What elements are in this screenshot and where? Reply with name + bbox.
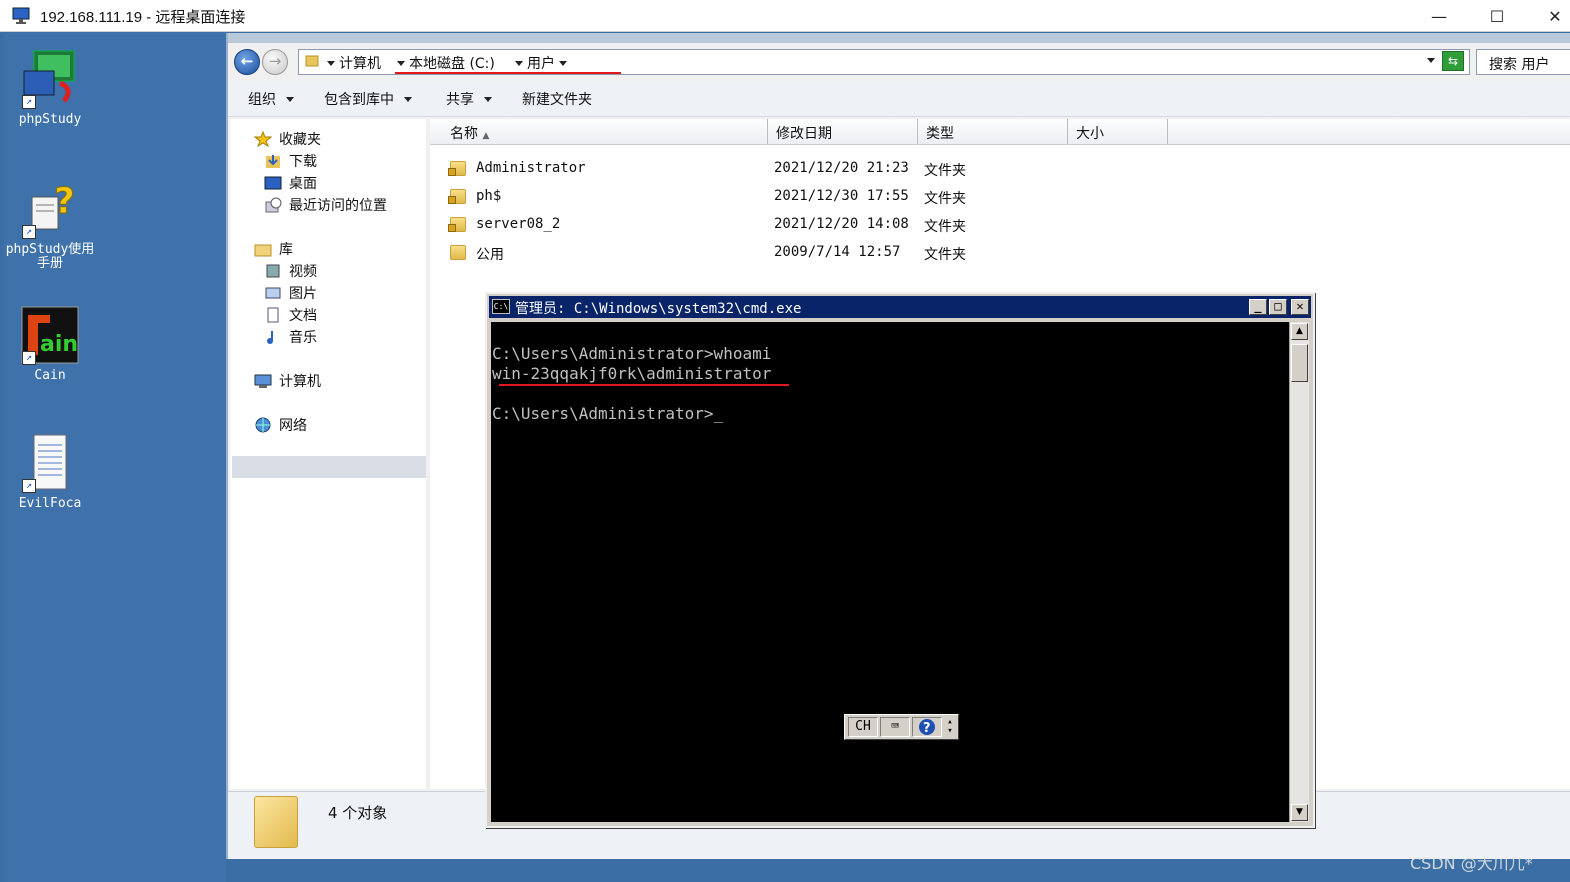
table-row[interactable]: 公用 2009/7/14 12:57 文件夹 (430, 239, 1330, 267)
ime-options-icon[interactable]: ▴ ▾ (945, 718, 955, 736)
nav-pictures[interactable]: 图片 (264, 283, 317, 303)
console-line: C:\Users\Administrator>whoami (492, 344, 772, 363)
annotation-underline (395, 72, 621, 74)
include-in-library-button[interactable]: 包含到库中 (324, 89, 416, 109)
annotation-underline (499, 384, 789, 386)
watermark: CSDN @大川儿* (1410, 854, 1533, 873)
console-line: C:\Users\Administrator>_ (492, 404, 724, 423)
computer-icon (254, 373, 272, 389)
svg-text:ain: ain (40, 332, 78, 357)
cmd-minimize-button[interactable]: _ (1249, 299, 1267, 315)
cain-icon: ain ↗ (20, 305, 80, 365)
nav-downloads[interactable]: 下载 (264, 151, 317, 171)
folder-icon (305, 53, 319, 71)
column-header-type[interactable]: 类型 (918, 119, 1068, 145)
address-dropdown-icon[interactable] (1423, 53, 1439, 69)
table-row[interactable]: server08_2 2021/12/20 14:08 文件夹 (430, 211, 1330, 239)
column-header-size[interactable]: 大小 (1068, 119, 1168, 145)
search-input[interactable]: 搜索 用户 (1476, 49, 1570, 75)
console-output[interactable]: C:\Users\Administrator>whoami win-23qqakj… (491, 322, 1289, 822)
nav-computer[interactable]: 计算机 (254, 371, 321, 391)
column-header-empty (1168, 119, 1570, 145)
help-document-icon: ? ↗ (20, 179, 80, 239)
address-bar[interactable]: 计算机 本地磁盘 (C:) 用户 (298, 49, 1470, 75)
navigation-pane: 收藏夹 下载 桌面 最近访问的位置 库 视频 图片 文档 音乐 计算机 网络 (230, 119, 426, 789)
console-line: win-23qqakjf0rk\administrator (492, 364, 772, 383)
svg-text:?: ? (54, 181, 75, 222)
address-row: ← → 计算机 本地磁盘 (C:) 用户 ⇆ 搜索 用户 (228, 43, 1570, 79)
nav-desktop[interactable]: 桌面 (264, 173, 317, 193)
network-icon (254, 417, 272, 433)
scroll-down-icon[interactable]: ▼ (1291, 804, 1308, 821)
explorer-title-strip (228, 33, 1570, 43)
new-folder-button[interactable]: 新建文件夹 (522, 89, 592, 109)
item-count: 4 个对象 (328, 804, 388, 822)
cmd-close-button[interactable]: ✕ (1291, 299, 1309, 315)
desktop-icon (264, 175, 282, 191)
minimize-button[interactable]: — (1410, 0, 1468, 32)
desktop-icon-phpstudy[interactable]: ↗ phpStudy (4, 49, 96, 127)
keyboard-icon[interactable]: ⌨ (880, 717, 910, 737)
lock-icon (448, 224, 456, 232)
lock-icon (448, 168, 456, 176)
picture-icon (264, 285, 282, 301)
remote-desktop-title-bar: 192.168.111.19 - 远程桌面连接 — ☐ ✕ (0, 0, 1570, 32)
documents-icon (264, 307, 282, 323)
maximize-button[interactable]: ☐ (1468, 0, 1526, 32)
scroll-thumb[interactable] (1291, 344, 1308, 382)
column-header-name[interactable]: 名称 ▲ (430, 119, 768, 145)
nav-documents[interactable]: 文档 (264, 305, 317, 325)
cmd-window[interactable]: C:\ 管理员: C:\Windows\system32\cmd.exe _ □… (485, 292, 1315, 828)
help-icon[interactable]: ? (912, 717, 942, 737)
folder-icon (450, 245, 466, 260)
cmd-title-bar[interactable]: C:\ 管理员: C:\Windows\system32\cmd.exe _ □… (489, 296, 1311, 318)
back-button[interactable]: ← (234, 49, 260, 75)
share-button[interactable]: 共享 (446, 89, 496, 109)
forward-button[interactable]: → (262, 49, 288, 75)
nav-videos[interactable]: 视频 (264, 261, 317, 281)
breadcrumb-computer[interactable]: 计算机 (323, 53, 381, 73)
music-icon (264, 329, 282, 345)
nav-libraries[interactable]: 库 (254, 239, 293, 259)
recent-places-icon (264, 197, 282, 213)
nav-music[interactable]: 音乐 (264, 327, 317, 347)
refresh-icon[interactable]: ⇆ (1442, 51, 1464, 71)
nav-favorites[interactable]: 收藏夹 (253, 129, 321, 149)
desktop-icon-cain[interactable]: ain ↗ Cain (4, 305, 96, 383)
close-button[interactable]: ✕ (1526, 0, 1570, 32)
ime-language-indicator[interactable]: CH (848, 717, 878, 737)
ime-toolbar[interactable]: CH ⌨ ? ▴ ▾ (844, 714, 959, 740)
nav-network[interactable]: 网络 (254, 415, 307, 435)
phpstudy-icon: ↗ (20, 49, 80, 109)
command-toolbar: 组织 包含到库中 共享 新建文件夹 (228, 81, 1570, 117)
cmd-icon: C:\ (492, 299, 510, 314)
desktop-icon-phpstudy-manual[interactable]: ? ↗ phpStudy使用手册 (4, 179, 96, 271)
remote-desktop-icon (12, 6, 32, 26)
table-row[interactable]: ph$ 2021/12/30 17:55 文件夹 (430, 183, 1330, 211)
breadcrumb-users[interactable]: 用户 (511, 53, 571, 73)
nav-selection-highlight (232, 456, 426, 478)
video-icon (264, 263, 282, 279)
column-header-date[interactable]: 修改日期 (768, 119, 918, 145)
svg-text:?: ? (923, 721, 931, 736)
download-icon (264, 153, 282, 169)
cmd-scrollbar[interactable]: ▲ ▼ (1289, 322, 1309, 822)
desktop: ↗ phpStudy ? ↗ phpStudy使用手册 ain ↗ Cain ↗… (4, 33, 226, 882)
library-icon (254, 241, 272, 257)
breadcrumb-local-disk[interactable]: 本地磁盘 (C:) (393, 53, 495, 73)
desktop-icon-evilfoca[interactable]: ↗ EvilFoca (4, 433, 96, 511)
star-icon (253, 130, 273, 148)
document-icon: ↗ (20, 433, 80, 493)
scroll-up-icon[interactable]: ▲ (1291, 323, 1308, 340)
folder-large-icon (254, 796, 298, 848)
nav-recent-places[interactable]: 最近访问的位置 (264, 195, 387, 215)
lock-icon (448, 196, 456, 204)
window-title: 192.168.111.19 - 远程桌面连接 (40, 9, 246, 26)
cmd-maximize-button[interactable]: □ (1269, 299, 1287, 315)
table-row[interactable]: Administrator 2021/12/20 21:23 文件夹 (430, 155, 1330, 183)
organize-button[interactable]: 组织 (248, 89, 298, 109)
